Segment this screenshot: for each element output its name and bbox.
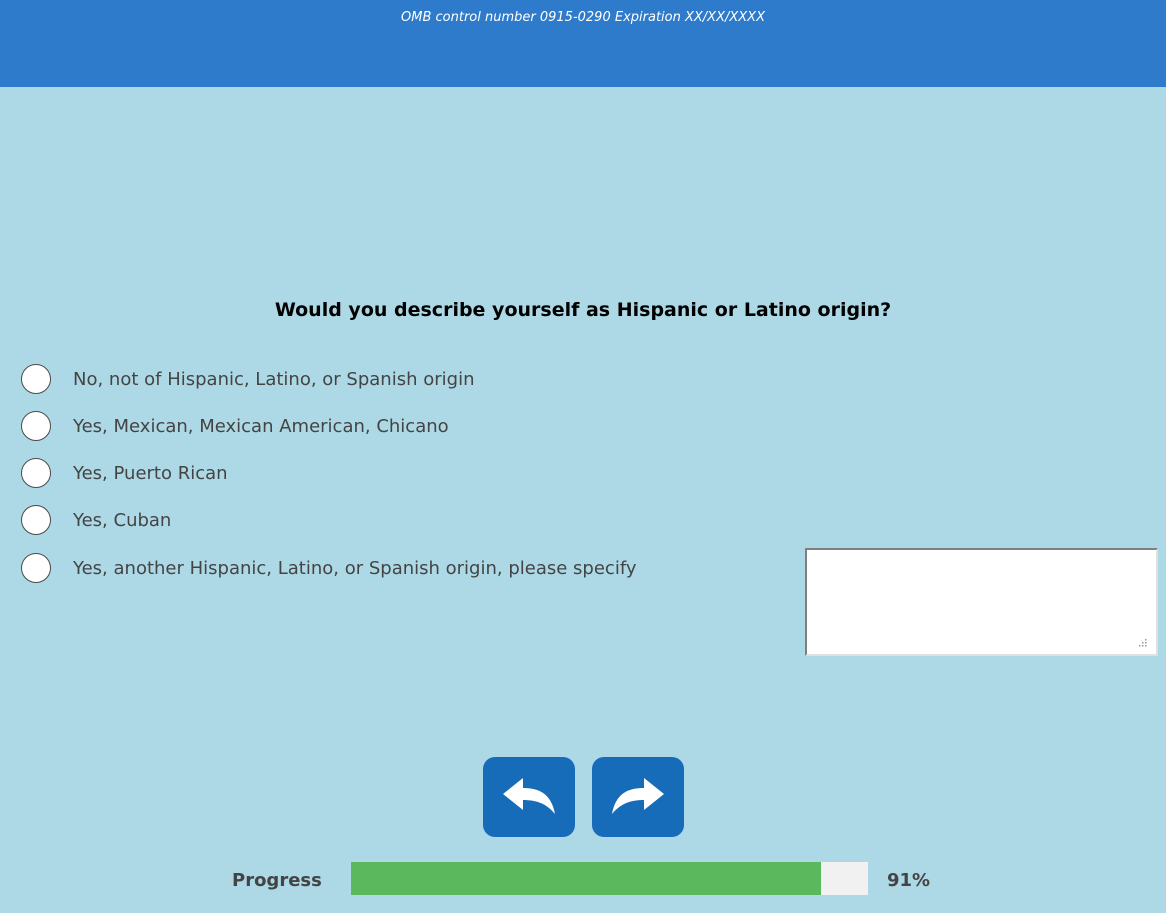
omb-control-text: OMB control number 0915-0290 Expiration … xyxy=(401,10,765,25)
back-button[interactable] xyxy=(483,757,575,837)
option-cuban[interactable]: Yes, Cuban xyxy=(21,503,171,537)
resize-grip-icon[interactable] xyxy=(1136,636,1148,648)
specify-other-origin-field[interactable] xyxy=(805,548,1158,656)
radio-button[interactable] xyxy=(21,364,51,394)
option-not-hispanic[interactable]: No, not of Hispanic, Latino, or Spanish … xyxy=(21,362,474,396)
undo-arrow-icon xyxy=(503,778,555,814)
radio-button[interactable] xyxy=(21,458,51,488)
option-another-origin[interactable]: Yes, another Hispanic, Latino, or Spanis… xyxy=(21,551,637,585)
option-label: Yes, Mexican, Mexican American, Chicano xyxy=(73,415,449,437)
radio-button[interactable] xyxy=(21,553,51,583)
question-text: Would you describe yourself as Hispanic … xyxy=(274,299,892,321)
option-label: Yes, another Hispanic, Latino, or Spanis… xyxy=(73,557,637,579)
progress-bar xyxy=(351,862,868,895)
next-button[interactable] xyxy=(592,757,684,837)
option-label: No, not of Hispanic, Latino, or Spanish … xyxy=(73,368,475,390)
option-label: Yes, Puerto Rican xyxy=(73,462,228,484)
progress-label: Progress xyxy=(232,870,322,891)
radio-button[interactable] xyxy=(21,411,51,441)
option-puerto-rican[interactable]: Yes, Puerto Rican xyxy=(21,456,228,490)
redo-arrow-icon xyxy=(612,778,664,814)
progress-bar-fill xyxy=(351,862,822,895)
progress-percent: 91% xyxy=(887,870,931,891)
option-label: Yes, Cuban xyxy=(73,509,172,531)
radio-button[interactable] xyxy=(21,505,51,535)
option-mexican[interactable]: Yes, Mexican, Mexican American, Chicano xyxy=(21,409,449,443)
